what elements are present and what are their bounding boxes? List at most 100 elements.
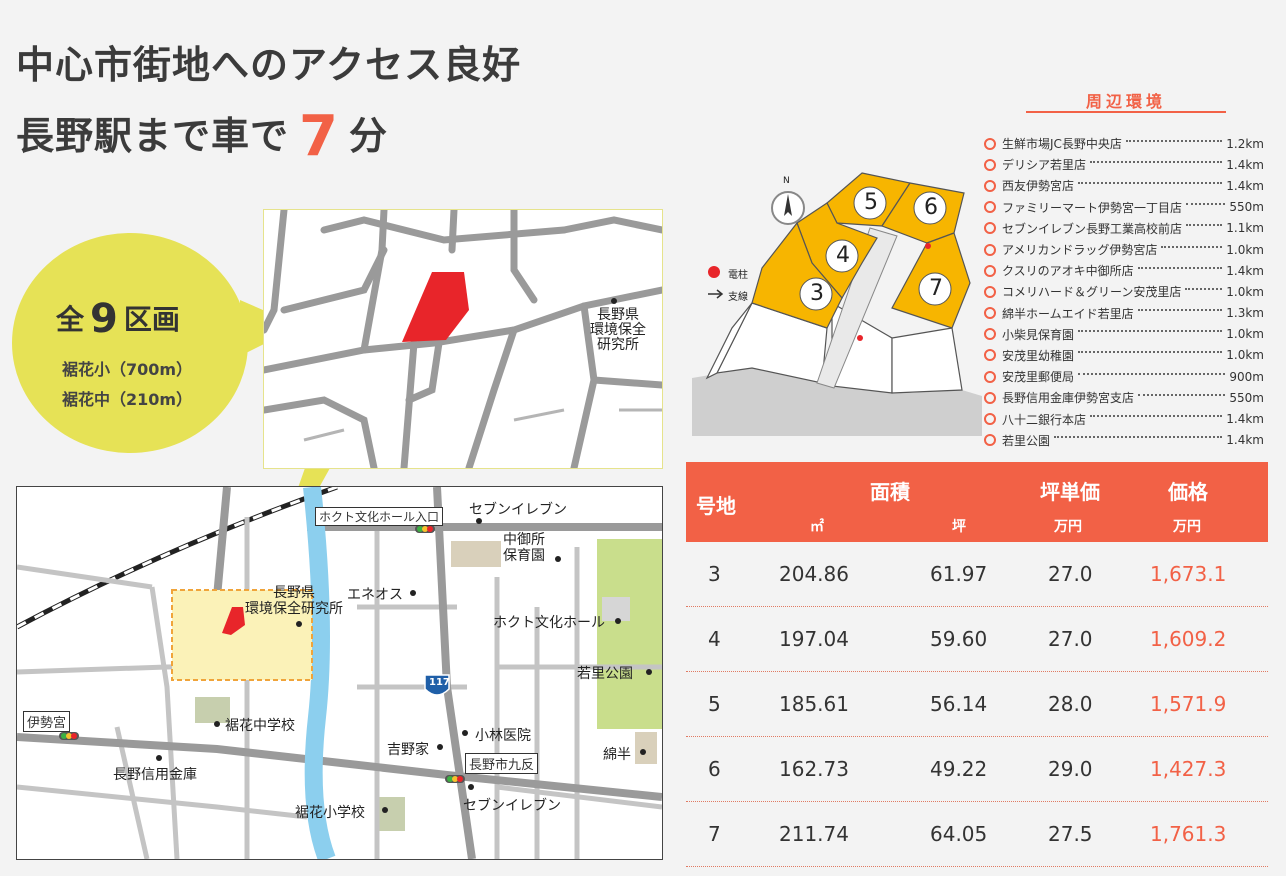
header-unit-price-unit: 万円 bbox=[1054, 519, 1082, 535]
environment-item: 八十二銀行本店 1.4km bbox=[984, 408, 1264, 429]
label-yoshinoya: 吉野家 bbox=[387, 742, 429, 758]
leader-dots bbox=[1137, 266, 1223, 269]
table-row: 6 162.73 49.22 29.0 1,427.3 bbox=[686, 737, 1268, 802]
lot-number-3: 3 bbox=[810, 281, 824, 306]
environment-item-distance: 1.4km bbox=[1226, 178, 1264, 193]
environment-item: 生鮮市場JC長野中央店 1.2km bbox=[984, 133, 1264, 154]
environment-item-name: 綿半ホームエイド若里店 bbox=[1002, 306, 1134, 321]
label-route: 117 bbox=[429, 677, 450, 688]
environment-item: セブンイレブン長野工業高校前店 1.1km bbox=[984, 218, 1264, 239]
label-nursery: 中御所 保育園 bbox=[503, 532, 545, 564]
header-lot: 号地 bbox=[696, 494, 736, 518]
cell-unit: 27.5 bbox=[1048, 822, 1093, 846]
legend-pole-label: 電柱 bbox=[728, 270, 748, 281]
environment-item: 綿半ホームエイド若里店 1.3km bbox=[984, 303, 1264, 324]
environment-item-distance: 1.4km bbox=[1226, 263, 1264, 278]
lots-prefix: 全 bbox=[56, 303, 85, 336]
label-wakasato-park: 若里公園 bbox=[577, 666, 633, 682]
branch-legend-icon bbox=[708, 289, 724, 299]
cell-m2: 204.86 bbox=[779, 562, 849, 586]
table-row: 5 185.61 56.14 28.0 1,571.9 bbox=[686, 672, 1268, 737]
environment-item: 安茂里郵便局 900m bbox=[984, 366, 1264, 387]
environment-item-name: アメリカンドラッグ伊勢宮店 bbox=[1002, 243, 1158, 258]
cell-price: 1,427.3 bbox=[1150, 757, 1227, 781]
environment-item-name: 西友伊勢宮店 bbox=[1002, 179, 1075, 194]
nursery-line2: 保育園 bbox=[503, 548, 545, 564]
header-area-m2: ㎡ bbox=[810, 519, 824, 535]
cell-price: 1,761.3 bbox=[1150, 822, 1227, 846]
environment-item-distance: 1.2km bbox=[1226, 136, 1264, 151]
pole-legend-icon bbox=[708, 266, 720, 278]
environment-item-name: ファミリーマート伊勢宮一丁目店 bbox=[1002, 200, 1183, 215]
ring-bullet-icon bbox=[984, 370, 996, 383]
environment-item-name: クスリのアオキ中御所店 bbox=[1002, 264, 1134, 279]
zoom-institute-label: 長野県 環境保全 研究所 bbox=[590, 308, 646, 353]
label-shinkin: 長野信用金庫 bbox=[113, 767, 197, 783]
label-watahan: 綿半 bbox=[603, 747, 631, 763]
cell-tsubo: 64.05 bbox=[930, 822, 988, 846]
cell-unit: 27.0 bbox=[1048, 562, 1093, 586]
ring-bullet-icon bbox=[984, 434, 996, 447]
cell-m2: 197.04 bbox=[779, 627, 849, 651]
environment-item: アメリカンドラッグ伊勢宮店 1.0km bbox=[984, 239, 1264, 260]
environment-item-name: 八十二銀行本店 bbox=[1002, 412, 1087, 427]
label-susobana-jhs: 裾花中学校 bbox=[225, 718, 295, 734]
environment-item-name: デリシア若里店 bbox=[1002, 158, 1087, 173]
lot-number-5: 5 bbox=[864, 190, 878, 215]
environment-item: 長野信用金庫伊勢宮支店 550m bbox=[984, 387, 1264, 408]
school-elementary: 裾花小（700m） bbox=[62, 360, 193, 379]
ring-bullet-icon bbox=[984, 179, 996, 192]
leader-dots bbox=[1186, 224, 1223, 227]
ring-bullet-icon bbox=[984, 328, 996, 341]
cell-price: 1,609.2 bbox=[1150, 627, 1227, 651]
ring-bullet-icon bbox=[984, 243, 996, 256]
cell-unit: 27.0 bbox=[1048, 627, 1093, 651]
environment-item: コメリハード＆グリーン安茂里店 1.0km bbox=[984, 281, 1264, 302]
leader-dots bbox=[1090, 160, 1223, 163]
area-map: ホクト文化ホール入口 セブンイレブン 中御所 保育園 エネオス 長野県 環境保全… bbox=[16, 486, 663, 860]
price-table: 号地 面積 ㎡ 坪 坪単価 万円 価格 万円 3 204.86 61.97 27.0 1… bbox=[686, 462, 1268, 867]
header-unit-price: 坪単価 bbox=[1040, 480, 1100, 504]
ring-bullet-icon bbox=[984, 285, 996, 298]
cell-m2: 162.73 bbox=[779, 757, 849, 781]
cell-price: 1,571.9 bbox=[1150, 692, 1227, 716]
leader-dots bbox=[1078, 372, 1226, 375]
environment-item-name: コメリハード＆グリーン安茂里店 bbox=[1002, 285, 1182, 300]
price-table-header: 号地 面積 ㎡ 坪 坪単価 万円 価格 万円 bbox=[686, 462, 1268, 542]
environment-item-distance: 900m bbox=[1229, 369, 1264, 384]
cell-unit: 29.0 bbox=[1048, 757, 1093, 781]
environment-item-distance: 550m bbox=[1229, 200, 1264, 215]
ring-bullet-icon bbox=[984, 158, 996, 171]
environment-item-distance: 1.0km bbox=[1226, 284, 1264, 299]
table-row: 7 211.74 64.05 27.5 1,761.3 bbox=[686, 802, 1268, 867]
leader-dots bbox=[1186, 203, 1226, 206]
environment-item-distance: 1.1km bbox=[1226, 221, 1264, 236]
institute-line1: 長野県 bbox=[273, 585, 315, 601]
label-seven-bottom: セブンイレブン bbox=[463, 798, 561, 814]
label-seven-top: セブンイレブン bbox=[469, 502, 567, 518]
site-highlight bbox=[402, 272, 469, 342]
ring-bullet-icon bbox=[984, 413, 996, 426]
label-susobana-es: 裾花小学校 bbox=[295, 805, 365, 821]
environment-list: 生鮮市場JC長野中央店 1.2km デリシア若里店 1.4km 西友伊勢宮店 1.4km フ… bbox=[984, 133, 1264, 451]
lot-number-4: 4 bbox=[836, 243, 850, 268]
lot-number-6: 6 bbox=[924, 195, 938, 220]
cell-m2: 211.74 bbox=[779, 822, 849, 846]
header-price-unit: 万円 bbox=[1173, 519, 1201, 535]
legend-branch-label: 支線 bbox=[728, 292, 748, 303]
cell-lot: 6 bbox=[708, 757, 721, 781]
environment-item-name: 安茂里郵便局 bbox=[1002, 370, 1075, 385]
environment-item: 若里公園 1.4km bbox=[984, 430, 1264, 451]
zoom-label-line1: 長野県 bbox=[597, 307, 639, 323]
ring-bullet-icon bbox=[984, 201, 996, 214]
total-lots: 全 9 区画 bbox=[56, 296, 180, 342]
cell-m2: 185.61 bbox=[779, 692, 849, 716]
lots-suffix: 区画 bbox=[123, 303, 180, 336]
leader-dots bbox=[1137, 309, 1223, 312]
lots-number: 9 bbox=[90, 296, 118, 342]
cell-tsubo: 56.14 bbox=[930, 692, 988, 716]
cell-unit: 28.0 bbox=[1048, 692, 1093, 716]
leader-dots bbox=[1185, 287, 1223, 290]
zoom-label-line2: 環境保全 bbox=[590, 322, 646, 338]
environment-item-distance: 1.0km bbox=[1226, 327, 1264, 342]
